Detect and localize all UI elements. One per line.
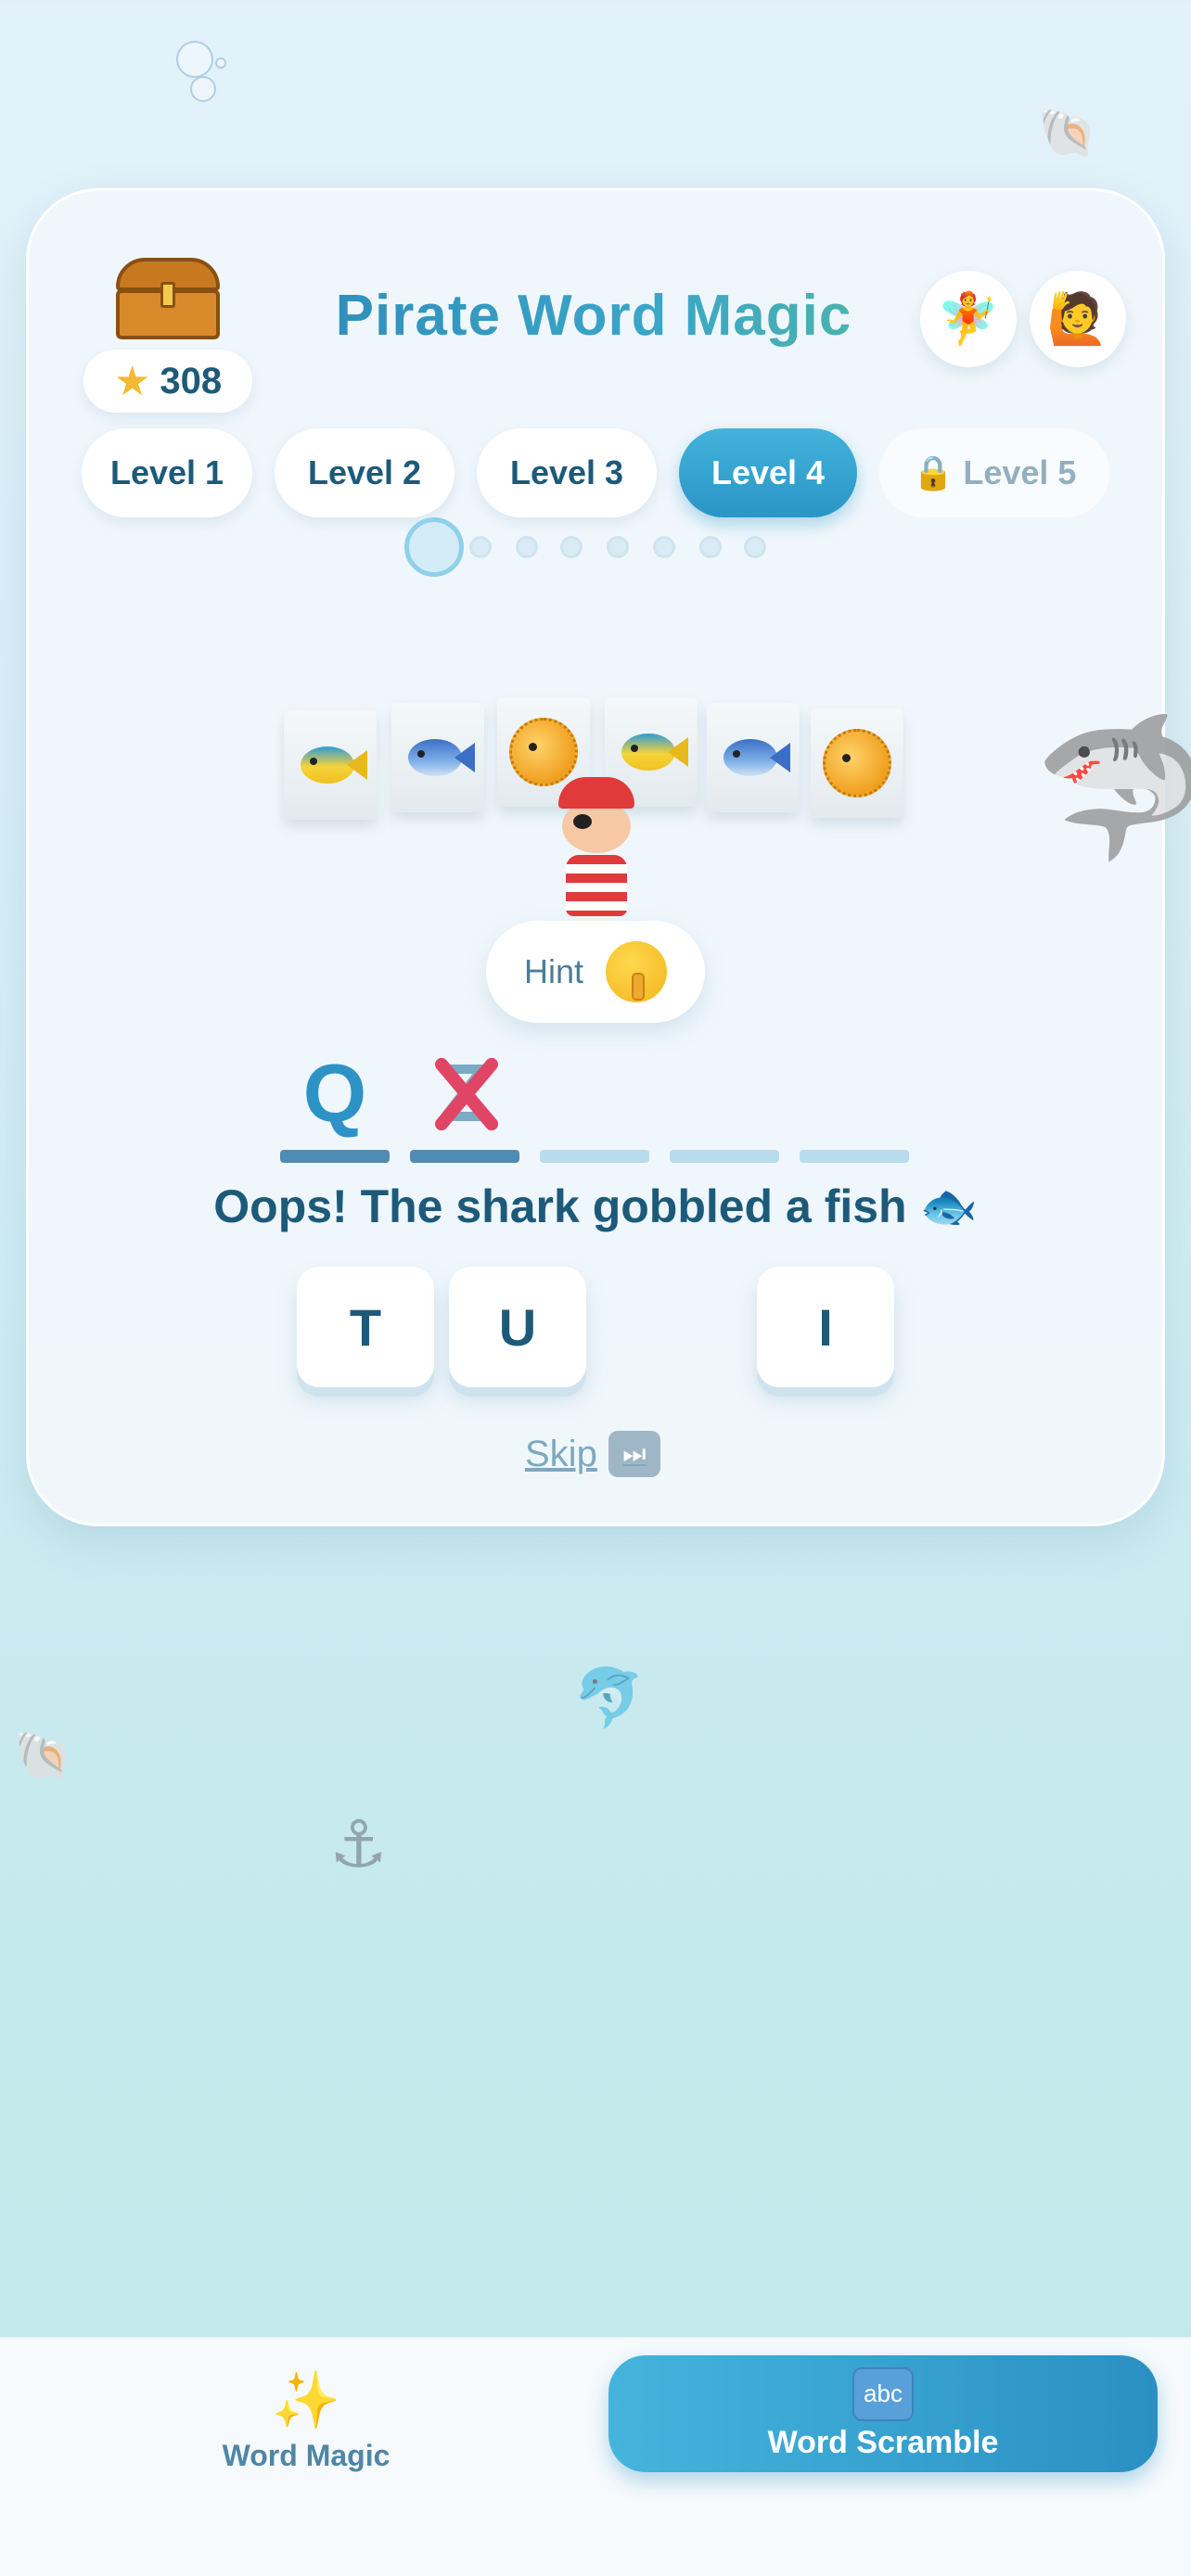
- blowfish-icon: [823, 729, 891, 797]
- star-icon: ★: [113, 357, 151, 405]
- progress-dot: [699, 536, 722, 558]
- fish-tile: [707, 703, 800, 812]
- letter-key-i[interactable]: I: [757, 1267, 894, 1387]
- letter-key-t[interactable]: T: [297, 1267, 434, 1387]
- tropical-fish-icon: [614, 728, 688, 776]
- answer-slot: [800, 1150, 909, 1163]
- progress-dot: [653, 536, 675, 558]
- lock-icon: 🔒: [912, 453, 954, 491]
- tab-label: Level 5: [963, 453, 1077, 491]
- skip-button[interactable]: Skip ⏭: [525, 1426, 660, 1482]
- tab-label: Level 3: [509, 453, 624, 491]
- skip-label: Skip: [525, 1433, 597, 1474]
- answer-slot-letter: Q: [302, 1047, 367, 1139]
- tab-label: Level 4: [711, 453, 826, 491]
- nav-word-scramble-label: Word Scramble: [767, 2424, 999, 2460]
- answer-slot: [670, 1150, 779, 1163]
- tab-label: Level 1: [109, 453, 224, 491]
- tab-level-3[interactable]: Level 3: [477, 428, 657, 517]
- fish-tile: [391, 703, 484, 812]
- treasure-chest-icon[interactable]: [116, 258, 220, 339]
- letter-key-u[interactable]: U: [449, 1267, 586, 1387]
- shark-icon: 🦈: [1034, 708, 1191, 869]
- bubble-decoration: [190, 76, 216, 102]
- score-value: 308: [160, 360, 223, 402]
- profile-button[interactable]: 🙋: [1030, 271, 1126, 367]
- progress-dot-current: [404, 517, 464, 577]
- bubble-decoration: [215, 57, 226, 69]
- nav-word-magic[interactable]: ✨ Word Magic: [148, 2355, 464, 2485]
- abc-icon: abc: [852, 2366, 914, 2421]
- nav-word-scramble[interactable]: abc Word Scramble: [608, 2355, 1158, 2472]
- tropical-fish-icon: [293, 741, 367, 789]
- fish-icon: [716, 733, 790, 782]
- wrong-x-icon: [429, 1052, 503, 1136]
- progress-dot: [607, 536, 629, 558]
- shushing-face-icon: [606, 941, 668, 1002]
- blowfish-icon: [509, 718, 578, 786]
- fairy-helper-button[interactable]: 🧚: [920, 271, 1017, 367]
- tab-level-2[interactable]: Level 2: [275, 428, 455, 517]
- hint-button[interactable]: Hint: [486, 921, 705, 1023]
- fast-forward-icon: ⏭: [608, 1431, 660, 1477]
- tab-level-5[interactable]: 🔒 Level 5: [879, 428, 1109, 517]
- progress-dot: [744, 536, 766, 558]
- shell-icon: 🐚: [13, 1728, 73, 1784]
- nav-word-magic-label: Word Magic: [222, 2439, 391, 2472]
- progress-dot: [516, 536, 538, 558]
- tab-level-4[interactable]: Level 4: [679, 428, 857, 517]
- dolphin-icon: 🐬: [573, 1664, 646, 1731]
- tab-label: Level 2: [307, 453, 422, 491]
- fish-icon: [401, 733, 475, 782]
- progress-dot: [560, 536, 583, 558]
- answer-slot: [280, 1150, 390, 1163]
- anchor-icon: ⚓: [329, 1806, 388, 1882]
- bubble-decoration: [176, 41, 213, 78]
- pirate-character: [545, 777, 647, 925]
- shell-icon: 🐚: [1037, 106, 1097, 161]
- feedback-message: Oops! The shark gobbled a fish 🐟: [213, 1180, 978, 1232]
- hint-label: Hint: [523, 952, 584, 990]
- progress-dot: [469, 536, 492, 558]
- score-badge: ★ 308: [83, 350, 252, 413]
- blowfish-tile: [811, 708, 903, 818]
- answer-slot: [540, 1150, 649, 1163]
- app-title: Pirate Word Magic: [288, 283, 900, 349]
- answer-slot: [410, 1150, 519, 1163]
- sparkles-icon: ✨: [271, 2368, 341, 2433]
- tab-level-1[interactable]: Level 1: [82, 428, 252, 517]
- tropical-fish-tile: [284, 710, 377, 820]
